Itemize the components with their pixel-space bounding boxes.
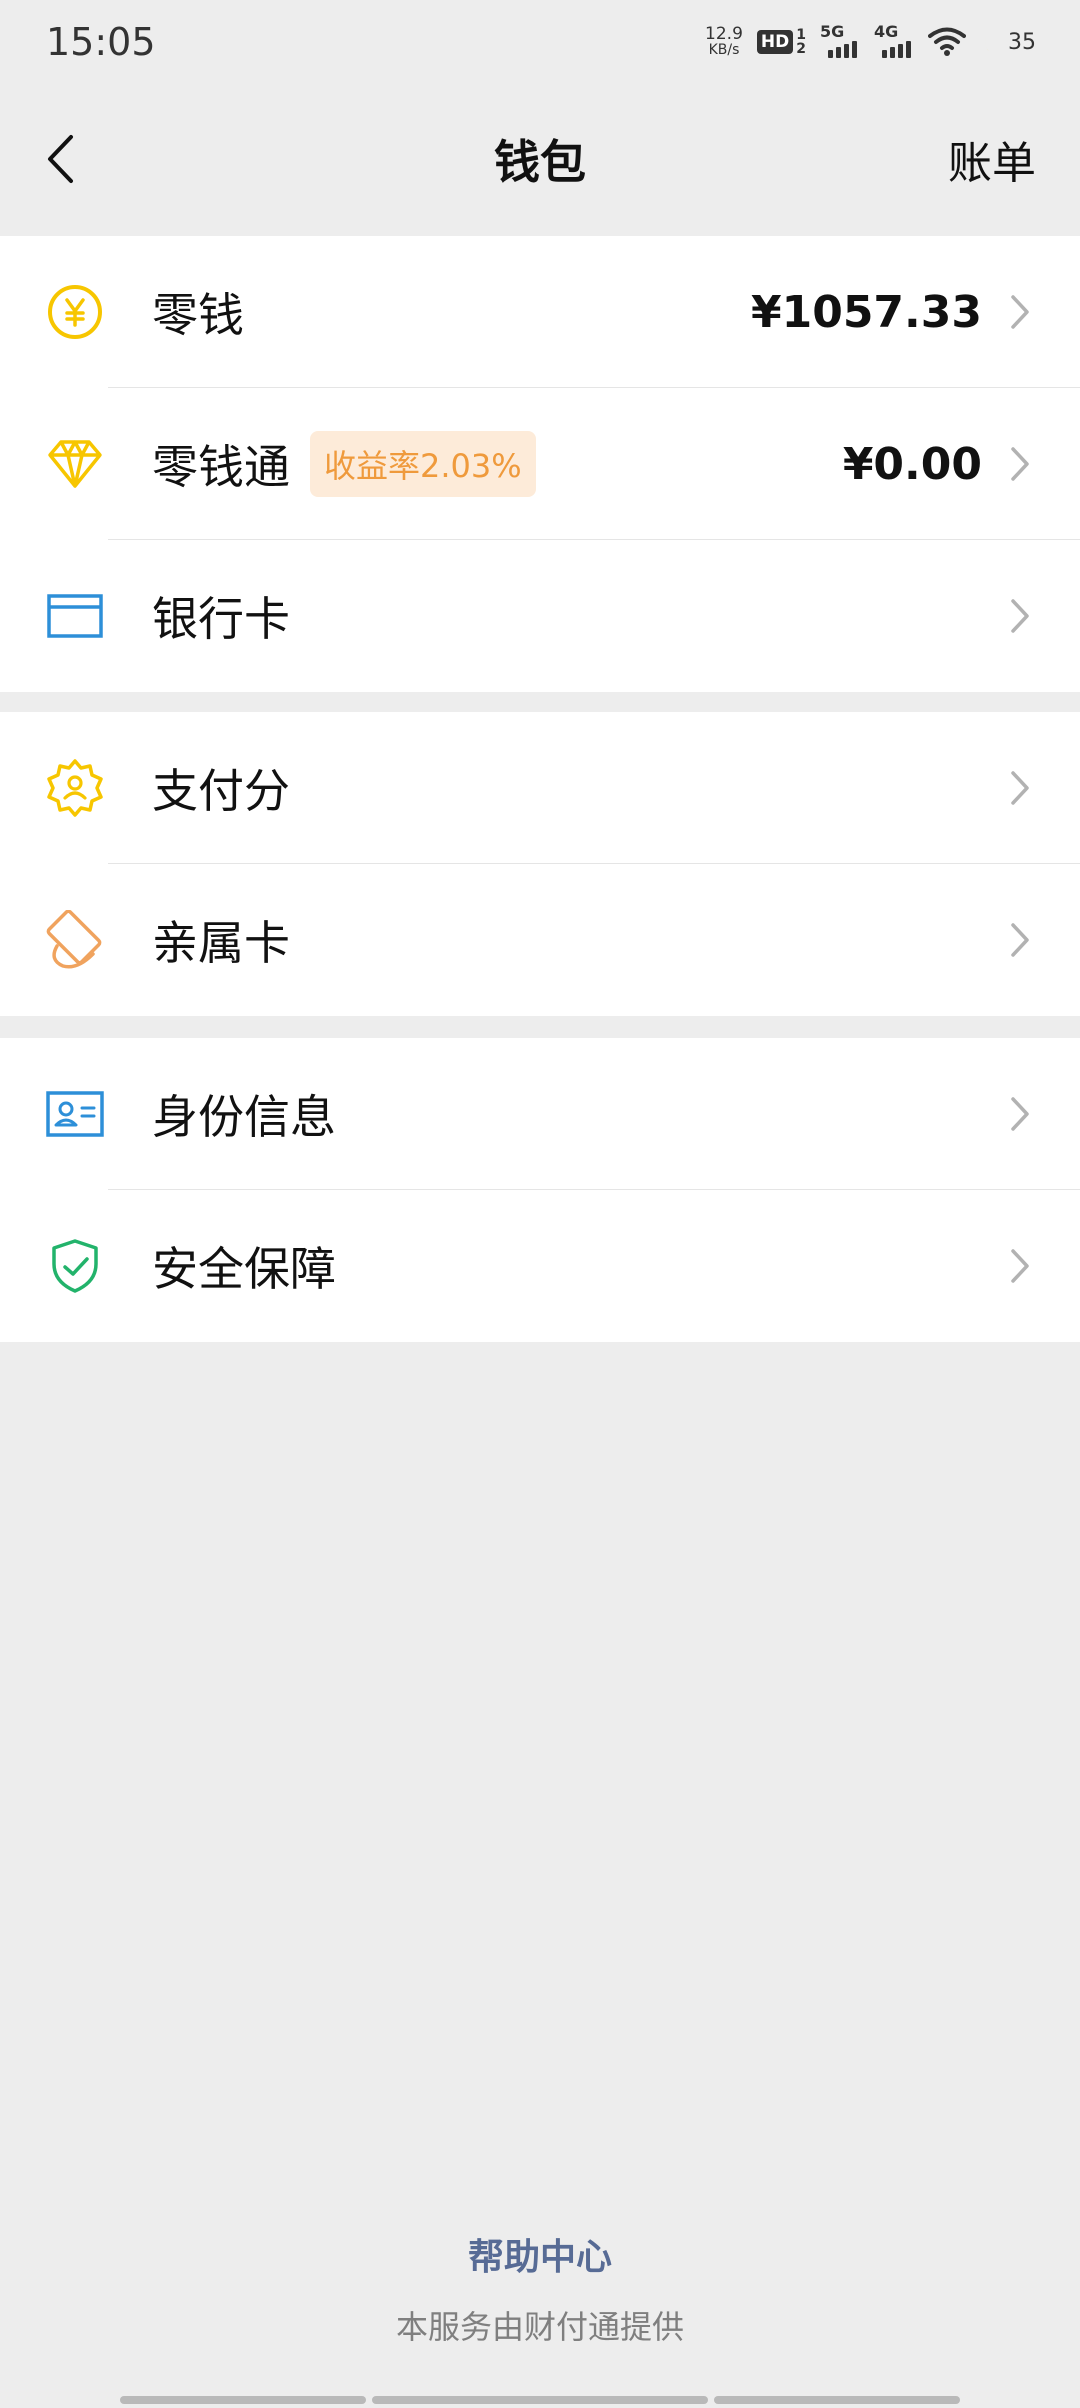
signal-5g-label: 5G <box>820 22 845 41</box>
moon-icon <box>984 28 998 55</box>
family-card-label: 亲属卡 <box>152 916 290 970</box>
shield-check-icon <box>44 1235 106 1297</box>
wifi-icon <box>928 27 966 56</box>
sim-slot-2: 2 <box>796 41 806 57</box>
gesture-bar-center[interactable] <box>372 2396 708 2404</box>
status-time: 15:05 <box>46 20 156 64</box>
network-speed-value: 12.9 <box>705 24 743 44</box>
sim-slots: 1 2 <box>796 28 806 56</box>
list-item-lingqiantong[interactable]: 零钱通 收益率2.03% ¥0.00 <box>0 388 1080 540</box>
gesture-bar-right <box>714 2396 960 2404</box>
list-item-bank-card[interactable]: 银行卡 <box>0 540 1080 692</box>
signal-4g-label: 4G <box>874 22 899 41</box>
lingqiantong-label: 零钱通 <box>152 440 290 494</box>
chevron-right-icon <box>1008 920 1032 960</box>
chevron-right-icon <box>1008 596 1032 636</box>
yield-rate-badge: 收益率2.03% <box>310 431 536 497</box>
chevron-right-icon <box>1008 444 1032 484</box>
wallet-group-account: 身份信息 安全保障 <box>0 1038 1080 1342</box>
list-item-pay-score[interactable]: 支付分 <box>0 712 1080 864</box>
pay-score-label: 支付分 <box>152 764 290 818</box>
battery-level: 35 <box>1008 29 1036 55</box>
id-card-icon <box>44 1083 106 1145</box>
help-center-link[interactable]: 帮助中心 <box>0 2228 1080 2280</box>
list-item-security[interactable]: 安全保障 <box>0 1190 1080 1342</box>
wallet-group-funds: 零钱 ¥1057.33 零钱通 收益率2.03% ¥0.00 银行卡 <box>0 236 1080 692</box>
provider-note: 本服务由财付通提供 <box>395 2308 684 2346</box>
network-speed: 12.9 KB/s <box>705 24 743 59</box>
signal-5g-icon: 5G <box>820 22 860 58</box>
chevron-right-icon <box>1008 292 1032 332</box>
gesture-bar-left <box>120 2396 366 2404</box>
signal-4g-icon: 4G <box>874 22 914 58</box>
list-item-family-card[interactable]: 亲属卡 <box>0 864 1080 1016</box>
status-icons: 12.9 KB/s HD 1 2 5G 4G 35 <box>705 22 1036 59</box>
list-item-identity[interactable]: 身份信息 <box>0 1038 1080 1190</box>
back-button[interactable] <box>30 124 90 194</box>
identity-label: 身份信息 <box>152 1090 336 1144</box>
change-label: 零钱 <box>152 288 244 342</box>
navigation-bar: 钱包 账单 <box>0 84 1080 234</box>
status-bar: 15:05 12.9 KB/s HD 1 2 5G 4G 35 <box>0 0 1080 84</box>
bill-button[interactable]: 账单 <box>948 124 1036 194</box>
diamond-icon <box>44 433 106 495</box>
network-speed-unit: KB/s <box>708 42 740 58</box>
chevron-right-icon <box>1008 768 1032 808</box>
chevron-left-icon <box>48 135 73 183</box>
security-label: 安全保障 <box>152 1242 336 1296</box>
list-item-change[interactable]: 零钱 ¥1057.33 <box>0 236 1080 388</box>
hd-voice-icon: HD 1 2 <box>756 28 806 56</box>
bank-card-label: 银行卡 <box>152 592 290 646</box>
chevron-right-icon <box>1008 1094 1032 1134</box>
family-card-icon <box>44 909 106 971</box>
pay-score-badge-icon <box>44 757 106 819</box>
chevron-right-icon <box>1008 1246 1032 1286</box>
change-balance: ¥1057.33 <box>750 286 982 338</box>
yen-coin-icon <box>44 281 106 343</box>
wallet-group-services: 支付分 亲属卡 <box>0 712 1080 1016</box>
hd-label: HD <box>756 30 794 54</box>
page-title: 钱包 <box>494 135 586 189</box>
sim-slot-1: 1 <box>796 27 806 43</box>
battery-indicator: 35 <box>980 27 1036 57</box>
lingqiantong-balance: ¥0.00 <box>842 438 982 490</box>
bank-card-icon <box>44 585 106 647</box>
